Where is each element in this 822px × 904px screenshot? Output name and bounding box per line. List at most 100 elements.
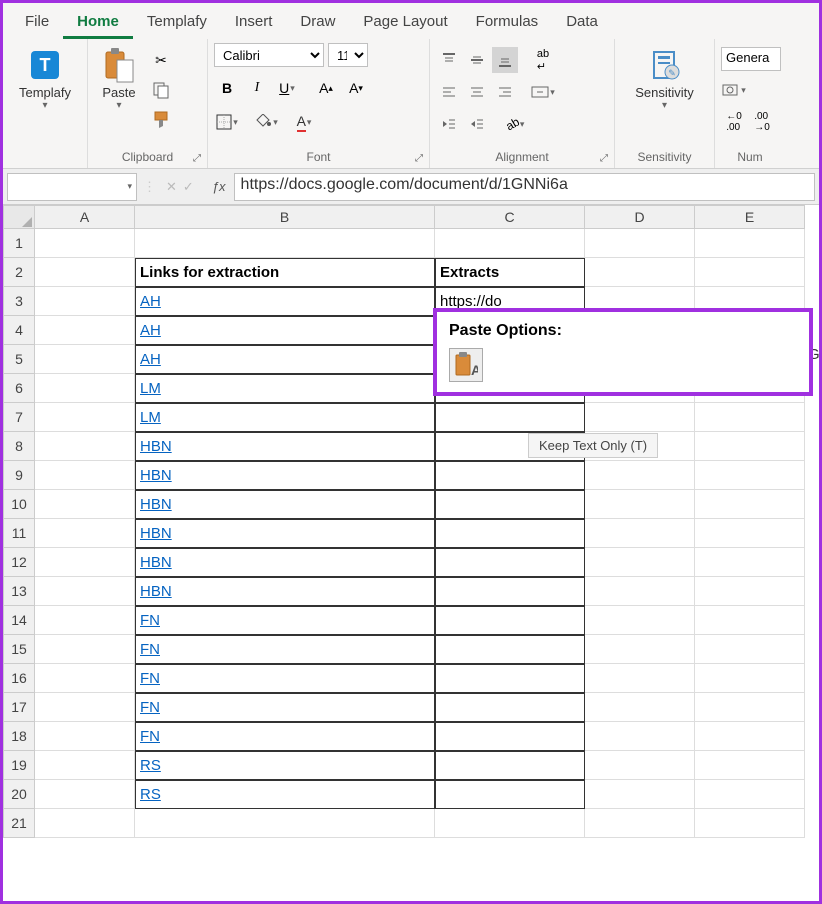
align-left-button[interactable] [436,79,462,105]
cell-A6[interactable] [35,374,135,403]
cell-E9[interactable] [695,461,805,490]
row-header-4[interactable]: 4 [3,316,35,345]
cell-E10[interactable] [695,490,805,519]
cell-B5[interactable]: AH [135,345,435,374]
cell-B3[interactable]: AH [135,287,435,316]
cell-B20[interactable]: RS [135,780,435,809]
tab-home[interactable]: Home [63,7,133,39]
cell-E20[interactable] [695,780,805,809]
col-header-E[interactable]: E [695,205,805,229]
cell-A10[interactable] [35,490,135,519]
cell-A13[interactable] [35,577,135,606]
cell-C12[interactable] [435,548,585,577]
col-header-C[interactable]: C [435,205,585,229]
cell-D16[interactable] [585,664,695,693]
row-header-11[interactable]: 11 [3,519,35,548]
cell-C11[interactable] [435,519,585,548]
cell-B12[interactable]: HBN [135,548,435,577]
tab-data[interactable]: Data [552,7,612,39]
cell-C9[interactable] [435,461,585,490]
cell-D17[interactable] [585,693,695,722]
cell-B15[interactable]: FN [135,635,435,664]
tab-page-layout[interactable]: Page Layout [349,7,461,39]
row-header-19[interactable]: 19 [3,751,35,780]
keep-text-only-button[interactable]: A [449,348,483,382]
row-header-21[interactable]: 21 [3,809,35,838]
bold-button[interactable]: B [214,75,240,101]
row-header-14[interactable]: 14 [3,606,35,635]
align-middle-button[interactable] [464,47,490,73]
cell-E17[interactable] [695,693,805,722]
decrease-indent-button[interactable] [436,111,462,137]
cell-A5[interactable] [35,345,135,374]
cell-A12[interactable] [35,548,135,577]
wrap-text-button[interactable]: ab↵ [530,47,556,73]
number-format-select[interactable]: Genera [721,47,781,71]
cell-E12[interactable] [695,548,805,577]
cell-C7[interactable] [435,403,585,432]
row-header-20[interactable]: 20 [3,780,35,809]
cell-E2[interactable] [695,258,805,287]
cell-E7[interactable] [695,403,805,432]
cell-B11[interactable]: HBN [135,519,435,548]
cell-D13[interactable] [585,577,695,606]
cell-C1[interactable] [435,229,585,258]
cancel-formula-button[interactable]: ✕ [166,179,177,195]
tab-insert[interactable]: Insert [221,7,287,39]
cell-C2[interactable]: Extracts [435,258,585,287]
merge-button[interactable]: ▾ [530,79,556,105]
cell-C19[interactable] [435,751,585,780]
cell-B9[interactable]: HBN [135,461,435,490]
font-size-select[interactable]: 11 [328,43,368,67]
cell-D21[interactable] [585,809,695,838]
col-header-A[interactable]: A [35,205,135,229]
cell-A19[interactable] [35,751,135,780]
cell-A7[interactable] [35,403,135,432]
cell-B14[interactable]: FN [135,606,435,635]
cell-B13[interactable]: HBN [135,577,435,606]
row-header-18[interactable]: 18 [3,722,35,751]
cell-C16[interactable] [435,664,585,693]
cell-C18[interactable] [435,722,585,751]
cell-A2[interactable] [35,258,135,287]
row-header-3[interactable]: 3 [3,287,35,316]
cell-A9[interactable] [35,461,135,490]
col-header-B[interactable]: B [135,205,435,229]
cell-A16[interactable] [35,664,135,693]
align-center-button[interactable] [464,79,490,105]
cell-A20[interactable] [35,780,135,809]
accept-formula-button[interactable]: ✓ [183,179,194,195]
row-header-7[interactable]: 7 [3,403,35,432]
row-header-15[interactable]: 15 [3,635,35,664]
cell-E11[interactable] [695,519,805,548]
underline-button[interactable]: U▾ [274,75,300,101]
italic-button[interactable]: I [244,75,270,101]
col-header-D[interactable]: D [585,205,695,229]
row-header-2[interactable]: 2 [3,258,35,287]
templafy-button[interactable]: T Templafy ▾ [13,43,77,162]
align-right-button[interactable] [492,79,518,105]
cell-B19[interactable]: RS [135,751,435,780]
cell-E16[interactable] [695,664,805,693]
cell-D1[interactable] [585,229,695,258]
cell-C21[interactable] [435,809,585,838]
cell-A3[interactable] [35,287,135,316]
cell-B10[interactable]: HBN [135,490,435,519]
cell-C20[interactable] [435,780,585,809]
cell-E1[interactable] [695,229,805,258]
cell-D20[interactable] [585,780,695,809]
cell-B7[interactable]: LM [135,403,435,432]
cut-button[interactable]: ✂ [148,47,174,73]
cell-D2[interactable] [585,258,695,287]
currency-button[interactable]: ▾ [721,77,747,103]
tab-templafy[interactable]: Templafy [133,7,221,39]
fx-icon[interactable]: ƒx [204,179,234,194]
tab-draw[interactable]: Draw [286,7,349,39]
cell-E13[interactable] [695,577,805,606]
cell-A14[interactable] [35,606,135,635]
cell-C13[interactable] [435,577,585,606]
cell-A17[interactable] [35,693,135,722]
name-box[interactable]: ▾ [7,173,137,201]
cell-B16[interactable]: FN [135,664,435,693]
row-header-16[interactable]: 16 [3,664,35,693]
